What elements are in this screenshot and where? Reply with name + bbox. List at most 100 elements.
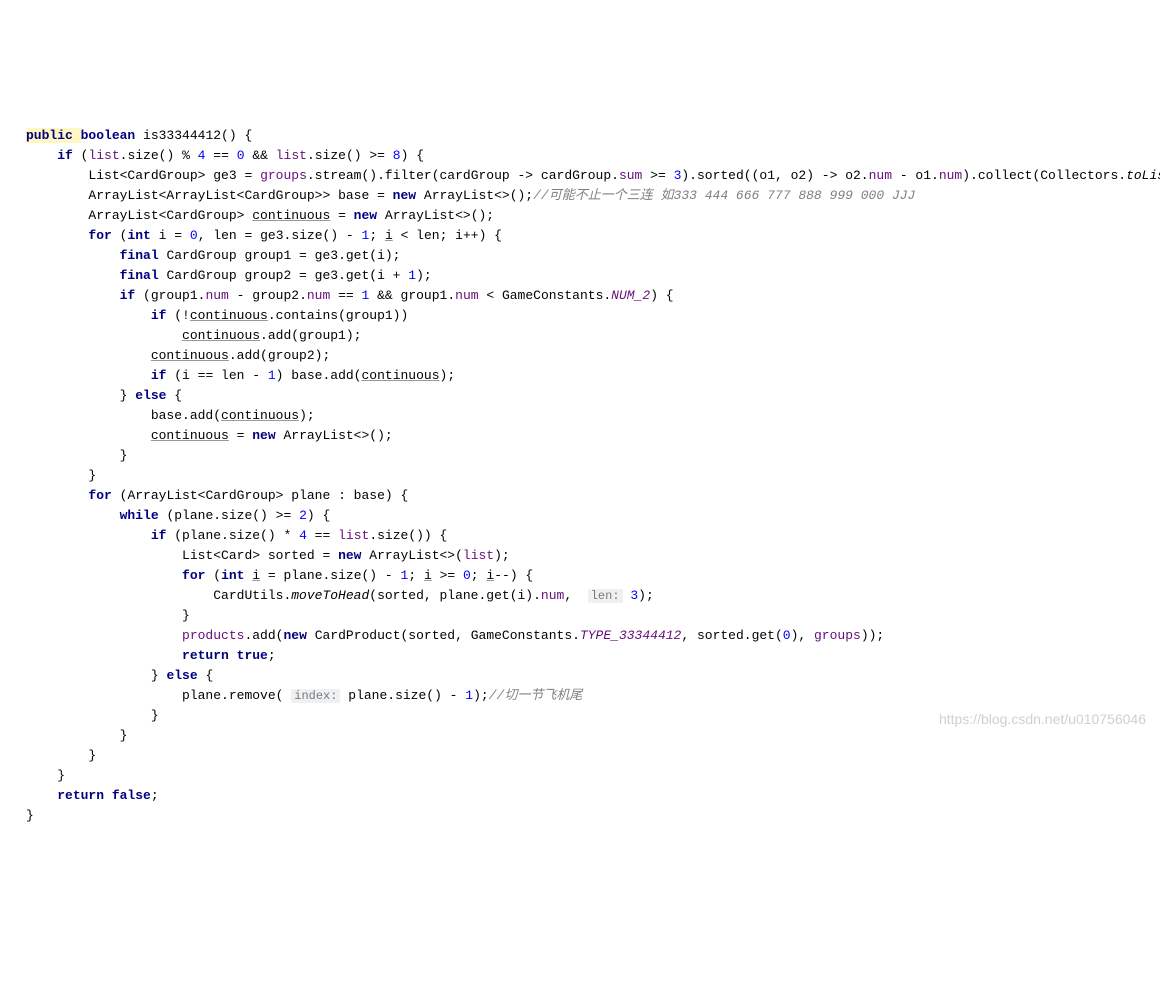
- code-token: boolean: [81, 128, 143, 143]
- code-line: continuous = new ArrayList<>();: [26, 426, 1160, 446]
- code-token: NUM_2: [611, 288, 650, 303]
- code-token: i: [424, 568, 432, 583]
- code-token: , sorted.get(: [681, 628, 782, 643]
- code-token: ;: [471, 568, 487, 583]
- code-line: continuous.add(group2);: [26, 346, 1160, 366]
- code-token: .stream().filter(cardGroup -> cardGroup.: [307, 168, 619, 183]
- code-token: 3: [630, 588, 638, 603]
- code-token: && group1.: [369, 288, 455, 303]
- code-token: --) {: [494, 568, 533, 583]
- code-token: list: [463, 548, 494, 563]
- code-token: continuous: [221, 408, 299, 423]
- code-token: ==: [205, 148, 236, 163]
- code-token: .add(group1);: [260, 328, 361, 343]
- code-line: }: [26, 726, 1160, 746]
- code-token: continuous: [362, 368, 440, 383]
- code-token: .size() %: [120, 148, 198, 163]
- code-token: list: [276, 148, 307, 163]
- code-line: }: [26, 466, 1160, 486]
- code-token: .add(group2);: [229, 348, 330, 363]
- code-token: num: [939, 168, 962, 183]
- code-token: 0: [463, 568, 471, 583]
- code-line: if (group1.num - group2.num == 1 && grou…: [26, 286, 1160, 306]
- code-token: i =: [159, 228, 190, 243]
- code-token: ArrayList<CardGroup>: [88, 208, 252, 223]
- code-token: continuous: [252, 208, 330, 223]
- code-token: is33344412() {: [143, 128, 252, 143]
- code-token: for: [182, 568, 213, 583]
- code-token: ),: [791, 628, 814, 643]
- code-line: return true;: [26, 646, 1160, 666]
- code-token: num: [307, 288, 330, 303]
- code-token: ArrayList<>();: [424, 188, 533, 203]
- code-token: 4: [299, 528, 307, 543]
- code-token: }: [120, 388, 136, 403]
- code-token: (plane.size() >=: [166, 508, 299, 523]
- code-token: moveToHead: [291, 588, 369, 603]
- code-token: ArrayList<>();: [385, 208, 494, 223]
- code-token: ;: [268, 648, 276, 663]
- code-token: List<CardGroup> ge3 =: [88, 168, 260, 183]
- code-token: );: [473, 688, 489, 703]
- code-token: =: [229, 428, 252, 443]
- code-line: public boolean is33344412() {: [26, 126, 1160, 146]
- code-line: for (ArrayList<CardGroup> plane : base) …: [26, 486, 1160, 506]
- code-token: plane.size() -: [340, 688, 465, 703]
- code-token: }: [120, 448, 128, 463]
- code-token: .contains(group1)): [268, 308, 408, 323]
- code-token: products: [182, 628, 244, 643]
- code-token: {: [174, 388, 182, 403]
- code-token: 0: [237, 148, 245, 163]
- code-token: .add(: [244, 628, 283, 643]
- code-line: }: [26, 746, 1160, 766]
- code-token: ArrayList<>();: [283, 428, 392, 443]
- code-token: //切一节飞机尾: [489, 688, 583, 703]
- code-token: );: [299, 408, 315, 423]
- code-token: (i == len -: [174, 368, 268, 383]
- code-token: - group2.: [229, 288, 307, 303]
- code-token: sum: [619, 168, 642, 183]
- code-token: (ArrayList<CardGroup> plane : base) {: [120, 488, 409, 503]
- code-line: } else {: [26, 386, 1160, 406]
- code-token: < len; i++) {: [393, 228, 502, 243]
- code-token: num: [205, 288, 228, 303]
- code-token: ,: [564, 588, 587, 603]
- code-token: TYPE_33344412: [580, 628, 681, 643]
- code-token: list: [88, 148, 119, 163]
- code-token: ).collect(Collectors.: [962, 168, 1126, 183]
- code-line: ArrayList<CardGroup> continuous = new Ar…: [26, 206, 1160, 226]
- code-token: new: [338, 548, 369, 563]
- code-token: groups: [814, 628, 861, 643]
- code-token: (group1.: [143, 288, 205, 303]
- code-token: , len = ge3.size() -: [198, 228, 362, 243]
- code-token: ) {: [401, 148, 424, 163]
- code-line: products.add(new CardProduct(sorted, Gam…: [26, 626, 1160, 646]
- code-token: num: [869, 168, 892, 183]
- code-line: }: [26, 766, 1160, 786]
- code-token: 8: [393, 148, 401, 163]
- code-token: return false: [57, 788, 151, 803]
- code-token: }: [182, 608, 190, 623]
- code-token: final: [120, 248, 167, 263]
- code-token: len:: [588, 589, 623, 603]
- code-token: ;: [369, 228, 385, 243]
- code-line: return false;: [26, 786, 1160, 806]
- code-token: toList: [1126, 168, 1160, 183]
- code-token: >=: [432, 568, 463, 583]
- code-token: final: [120, 268, 167, 283]
- code-token: }: [88, 748, 96, 763]
- code-line: if (plane.size() * 4 == list.size()) {: [26, 526, 1160, 546]
- code-token: else: [135, 388, 174, 403]
- code-token: while: [120, 508, 167, 523]
- code-token: CardGroup group2 = ge3.get(i +: [166, 268, 408, 283]
- code-token: CardProduct(sorted, GameConstants.: [315, 628, 580, 643]
- code-token: }: [151, 708, 159, 723]
- code-token: 1: [268, 368, 276, 383]
- code-token: ) base.add(: [276, 368, 362, 383]
- code-token: }: [120, 728, 128, 743]
- code-token: if: [57, 148, 80, 163]
- code-line: } else {: [26, 666, 1160, 686]
- code-line: continuous.add(group1);: [26, 326, 1160, 346]
- code-token: new: [283, 628, 314, 643]
- code-token: //可能不止一个三连 如333 444 666 777 888 999 000 …: [533, 188, 915, 203]
